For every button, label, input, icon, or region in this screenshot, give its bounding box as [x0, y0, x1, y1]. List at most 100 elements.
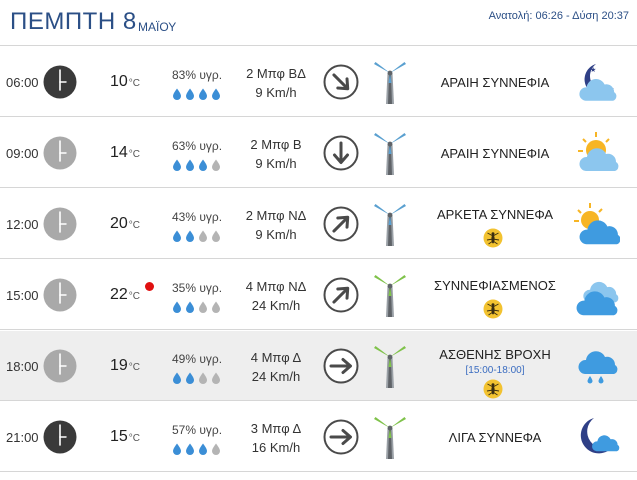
temperature-unit: °C [128, 78, 141, 89]
wind-beaufort: 2 Μπφ Β [250, 137, 302, 152]
forecast-row: 12:00 20°C 43% υγρ. 2 Μπφ ΝΔ 9 Km/h ΑΡΚΕ… [0, 189, 637, 259]
water-drop-icon [211, 158, 221, 171]
wind-arrow-northeast-icon [323, 206, 359, 242]
weather-condition: ΑΡΑΙΗ ΣΥΝΝΕΦΙΑ [440, 75, 550, 90]
wind-arrow-southeast-icon [323, 64, 359, 100]
water-drop-icon [185, 442, 195, 455]
temperature: 20°C [110, 215, 140, 233]
humidity: 43% υγρ. [172, 210, 223, 224]
humidity-drops [172, 442, 221, 455]
water-drop-icon [211, 300, 221, 313]
water-drop-icon [172, 300, 182, 313]
day-title: ΠΕΜΠΤΗ 8 [10, 8, 137, 35]
overcast-clouds-icon [574, 273, 620, 317]
rain-cloud-icon [574, 344, 620, 388]
forecast-row: 15:00 22°C 35% υγρ. 4 Μπφ ΝΔ 24 Km/h ΣΥΝ… [0, 260, 637, 330]
forecast-time: 06:00 [6, 75, 39, 90]
temperature-value: 22 [110, 286, 128, 303]
forecast-header: ΠΕΜΠΤΗ 8 ΜΑΪΟΥ Ανατολή: 06:26 - Δύση 20:… [0, 0, 637, 46]
wind-arrow-south-icon [323, 135, 359, 171]
temperature-value: 20 [110, 215, 128, 232]
forecast-time: 12:00 [6, 217, 39, 232]
night-partly-cloudy-icon: ★ [574, 60, 620, 104]
moon-small-cloud-icon [574, 415, 620, 459]
water-drop-icon [211, 87, 221, 100]
water-drop-icon [185, 229, 195, 242]
wind-speed: 9 Km/h [255, 227, 297, 242]
weather-condition: ΛΙΓΑ ΣΥΝΝΕΦΑ [448, 430, 542, 445]
wind-turbine-icon [372, 274, 408, 318]
wind-turbine-icon [372, 203, 408, 247]
water-drop-icon [211, 371, 221, 384]
clock-icon [43, 207, 77, 241]
humidity-drops [172, 229, 221, 242]
mosquito-icon [483, 379, 503, 399]
water-drop-icon [185, 87, 195, 100]
temperature: 14°C [110, 144, 140, 162]
wind-speed: 24 Km/h [251, 298, 301, 313]
forecast-time: 21:00 [6, 430, 39, 445]
sunrise-sunset: Ανατολή: 06:26 - Δύση 20:37 [488, 10, 629, 22]
forecast-row: 09:00 14°C 63% υγρ. 2 Μπφ Β 9 Km/h ΑΡΑΙΗ… [0, 118, 637, 188]
day-partly-cloudy-icon [574, 131, 620, 175]
wind-speed: 16 Km/h [251, 440, 301, 455]
water-drop-icon [211, 229, 221, 242]
water-drop-icon [211, 442, 221, 455]
temperature-unit: °C [128, 291, 141, 302]
temperature-unit: °C [128, 149, 141, 160]
wind-beaufort: 4 Μπφ ΝΔ [245, 279, 307, 294]
clock-icon [43, 65, 77, 99]
water-drop-icon [172, 158, 182, 171]
water-drop-icon [172, 442, 182, 455]
wind-beaufort: 2 Μπφ ΝΔ [245, 208, 307, 223]
temperature: 10°C [110, 73, 140, 91]
svg-text:★: ★ [590, 66, 596, 74]
wind-turbine-icon [372, 132, 408, 176]
forecast-time: 18:00 [6, 359, 39, 374]
humidity: 57% υγρ. [172, 423, 223, 437]
temperature-unit: °C [128, 220, 141, 231]
clock-icon [43, 349, 77, 383]
weather-condition: ΑΡΑΙΗ ΣΥΝΝΕΦΙΑ [440, 146, 550, 161]
clock-icon [43, 136, 77, 170]
clock-icon [43, 278, 77, 312]
humidity-drops [172, 371, 221, 384]
temperature-value: 10 [110, 73, 128, 90]
wind-speed: 24 Km/h [251, 369, 301, 384]
humidity-drops [172, 300, 221, 313]
forecast-row: 06:00 10°C 83% υγρ. 2 Μπφ ΒΔ 9 Km/h ΑΡΑΙ… [0, 47, 637, 117]
water-drop-icon [198, 371, 208, 384]
wind-arrow-east-icon [323, 419, 359, 455]
forecast-time: 09:00 [6, 146, 39, 161]
humidity: 63% υγρ. [172, 139, 223, 153]
water-drop-icon [198, 158, 208, 171]
humidity: 35% υγρ. [172, 281, 223, 295]
humidity-drops [172, 87, 221, 100]
water-drop-icon [198, 87, 208, 100]
wind-arrow-east-icon [323, 348, 359, 384]
wind-arrow-northeast-icon [323, 277, 359, 313]
water-drop-icon [198, 229, 208, 242]
wind-turbine-icon [372, 345, 408, 389]
temperature: 22°C [110, 286, 140, 304]
weather-condition: ΣΥΝΝΕΦΙΑΣΜΕΝΟΣ [434, 278, 556, 293]
water-drop-icon [198, 442, 208, 455]
wind-beaufort: 4 Μπφ Δ [250, 350, 302, 365]
water-drop-icon [185, 158, 195, 171]
forecast-time: 15:00 [6, 288, 39, 303]
forecast-row: 18:00 19°C 49% υγρ. 4 Μπφ Δ 24 Km/h ΑΣΘΕ… [0, 331, 637, 401]
temperature-unit: °C [128, 362, 141, 373]
rain-period: [15:00-18:00] [465, 365, 525, 376]
wind-turbine-icon [372, 61, 408, 105]
temperature-value: 15 [110, 428, 128, 445]
water-drop-icon [185, 371, 195, 384]
water-drop-icon [185, 300, 195, 313]
humidity-drops [172, 158, 221, 171]
clock-icon [43, 420, 77, 454]
sun-behind-cloud-icon [574, 202, 621, 246]
mosquito-icon [483, 299, 503, 319]
temperature-unit: °C [128, 433, 141, 444]
temperature: 15°C [110, 428, 140, 446]
weather-condition: ΑΡΚΕΤΑ ΣΥΝΝΕΦΑ [436, 207, 554, 222]
wind-turbine-icon [372, 416, 408, 460]
